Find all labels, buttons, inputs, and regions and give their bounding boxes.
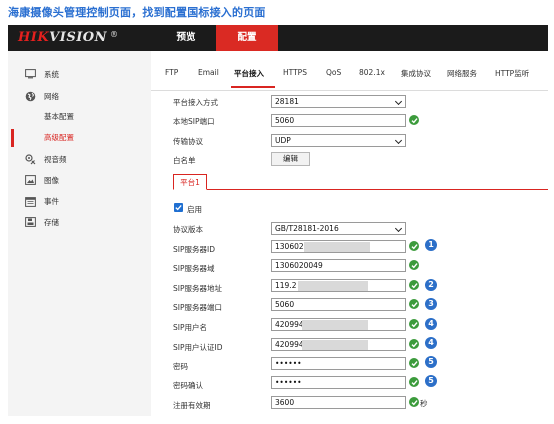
step-badge: 5 <box>425 375 437 387</box>
redaction-mask <box>302 320 368 330</box>
sidebar: 系统 网络 基本配置 高级配置 视音频 图像 事件 存储 <box>8 51 151 416</box>
step-badge: 4 <box>425 318 437 330</box>
transport-protocol-select[interactable]: UDP <box>271 134 406 147</box>
sidebar-item-event[interactable]: 事件 <box>8 192 151 210</box>
sip-server-port-label: SIP服务器端口 <box>173 303 222 312</box>
protocol-version-label: 协议版本 <box>173 225 203 234</box>
platform-tab-divider <box>173 189 548 190</box>
page-caption: 海康摄像头管理控制页面，找到配置国标接入的页面 <box>8 6 266 19</box>
sip-auth-id-input[interactable]: 420994 <box>271 338 406 351</box>
step-badge: 1 <box>425 239 437 251</box>
password-label: 密码 <box>173 362 188 371</box>
valid-check-icon <box>409 260 419 270</box>
tab-http-listen[interactable]: HTTP监听 <box>495 68 529 79</box>
valid-check-icon <box>409 339 419 349</box>
transport-protocol-label: 传输协议 <box>173 137 203 146</box>
step-badge: 5 <box>425 356 437 368</box>
brand-logo: HIKVISION ® <box>18 30 119 45</box>
sip-server-domain-label: SIP服务器域 <box>173 264 215 273</box>
sidebar-item-video-audio[interactable]: 视音频 <box>8 150 151 168</box>
sip-server-address-label: SIP服务器地址 <box>173 284 222 293</box>
register-validity-label: 注册有效期 <box>173 401 211 410</box>
password-confirm-input[interactable]: •••••• <box>271 376 406 389</box>
enable-checkbox[interactable] <box>174 203 183 212</box>
globe-icon <box>25 91 36 101</box>
tab-platform-1[interactable]: 平台1 <box>173 174 207 190</box>
password-input[interactable]: •••••• <box>271 357 406 370</box>
tab-email[interactable]: Email <box>198 68 219 77</box>
whitelist-label: 白名单 <box>173 156 196 165</box>
valid-check-icon <box>409 299 419 309</box>
valid-check-icon <box>409 377 419 387</box>
whitelist-edit-button[interactable]: 编辑 <box>271 152 310 166</box>
tab-https[interactable]: HTTPS <box>283 68 307 77</box>
redaction-mask <box>304 242 370 252</box>
seconds-unit-label: 秒 <box>420 399 428 408</box>
sip-server-domain-input[interactable]: 1306020049 <box>271 259 406 272</box>
sidebar-item-storage[interactable]: 存储 <box>8 213 151 231</box>
tab-network-service[interactable]: 网络服务 <box>447 68 477 79</box>
sip-server-address-input[interactable]: 119.2 <box>271 279 406 292</box>
redaction-mask <box>302 340 368 350</box>
sidebar-item-system[interactable]: 系统 <box>8 65 151 83</box>
valid-check-icon <box>409 358 419 368</box>
nav-preview[interactable]: 预览 <box>158 25 214 51</box>
enable-label: 启用 <box>187 205 202 214</box>
protocol-version-select[interactable]: GB/T28181-2016 <box>271 222 406 235</box>
sidebar-item-image[interactable]: 图像 <box>8 171 151 189</box>
local-sip-port-input[interactable]: 5060 <box>271 114 406 127</box>
step-badge: 2 <box>425 279 437 291</box>
image-icon <box>25 175 36 185</box>
valid-check-icon <box>409 241 419 251</box>
tab-ftp[interactable]: FTP <box>165 68 178 77</box>
sidebar-subitem-advanced[interactable]: 高级配置 <box>8 129 151 147</box>
sip-auth-id-label: SIP用户认证ID <box>173 343 223 352</box>
redaction-mask <box>298 281 368 291</box>
storage-icon <box>25 217 36 227</box>
local-sip-port-label: 本地SIP端口 <box>173 117 215 126</box>
sip-username-input[interactable]: 420994 <box>271 318 406 331</box>
tab-8021x[interactable]: 802.1x <box>359 68 385 77</box>
sip-server-port-input[interactable]: 5060 <box>271 298 406 311</box>
register-validity-input[interactable]: 3600 <box>271 396 406 409</box>
password-confirm-label: 密码确认 <box>173 381 203 390</box>
nav-config[interactable]: 配置 <box>216 25 278 51</box>
access-mode-select[interactable]: 28181 <box>271 95 406 108</box>
tab-qos[interactable]: QoS <box>326 68 341 77</box>
tab-integration-protocol[interactable]: 集成协议 <box>401 68 431 79</box>
sip-username-label: SIP用户名 <box>173 323 207 332</box>
tab-platform-access[interactable]: 平台接入 <box>234 68 264 79</box>
valid-check-icon <box>409 397 419 407</box>
sidebar-subitem-basic[interactable]: 基本配置 <box>8 108 151 126</box>
step-badge: 4 <box>425 337 437 349</box>
calendar-icon <box>25 196 36 207</box>
sip-server-id-label: SIP服务器ID <box>173 245 215 254</box>
camera-audio-icon <box>25 153 36 164</box>
valid-check-icon <box>409 280 419 290</box>
access-mode-label: 平台接入方式 <box>173 98 218 107</box>
sip-server-id-input[interactable]: 130602 <box>271 240 406 253</box>
sidebar-item-network[interactable]: 网络 <box>8 87 151 105</box>
monitor-icon <box>25 69 36 79</box>
config-tabs: FTP Email 平台接入 HTTPS QoS 802.1x 集成协议 网络服… <box>151 51 548 91</box>
top-navigation-bar: HIKVISION ® 预览 配置 <box>8 25 548 51</box>
valid-check-icon <box>409 319 419 329</box>
valid-check-icon <box>409 115 419 125</box>
active-tab-indicator <box>231 86 275 88</box>
step-badge: 3 <box>425 298 437 310</box>
